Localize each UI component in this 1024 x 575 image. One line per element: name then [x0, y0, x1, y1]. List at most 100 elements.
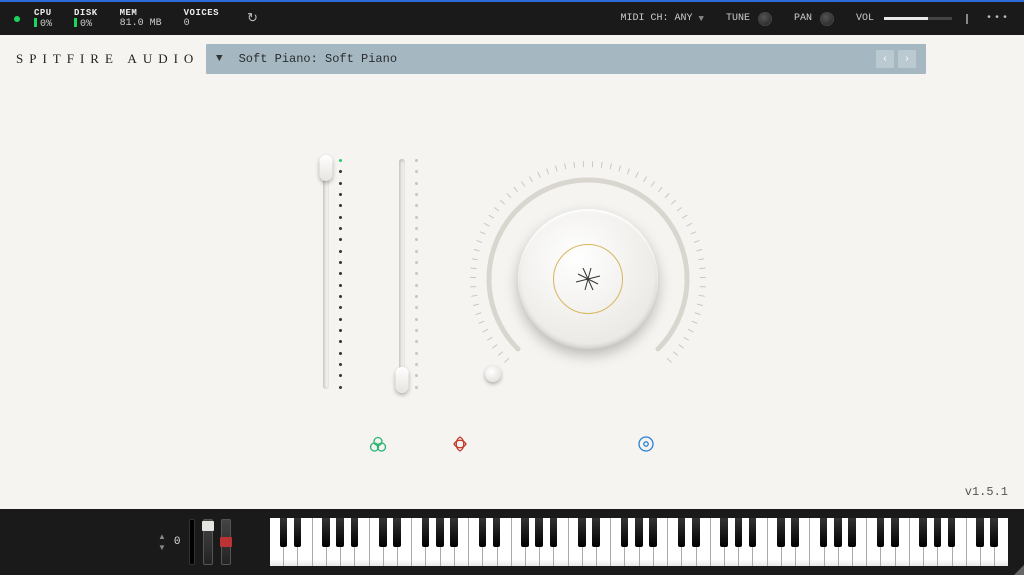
brand-logo: SPITFIRE AUDIO — [16, 51, 206, 67]
white-key[interactable] — [668, 518, 682, 566]
black-key[interactable] — [450, 518, 458, 547]
white-key[interactable] — [967, 518, 981, 566]
black-key[interactable] — [336, 518, 344, 547]
black-key[interactable] — [820, 518, 828, 547]
black-key[interactable] — [749, 518, 757, 547]
white-key[interactable] — [611, 518, 625, 566]
midi-channel-selector[interactable]: MIDI CH: ANY ▼ — [621, 13, 704, 24]
white-key[interactable] — [512, 518, 526, 566]
black-key[interactable] — [934, 518, 942, 547]
black-key[interactable] — [877, 518, 885, 547]
reverb-dial[interactable] — [463, 154, 713, 404]
black-key[interactable] — [479, 518, 487, 547]
black-key[interactable] — [848, 518, 856, 547]
vol-label: VOL — [856, 13, 874, 24]
expression-icon[interactable] — [369, 435, 387, 453]
cpu-label: CPU — [34, 8, 52, 18]
black-key[interactable] — [493, 518, 501, 547]
black-key[interactable] — [834, 518, 842, 547]
header-row: SPITFIRE AUDIO ▼ Soft Piano: Soft Piano … — [0, 35, 1024, 83]
black-key[interactable] — [592, 518, 600, 547]
mod-wheel[interactable] — [203, 519, 213, 565]
black-key[interactable] — [891, 518, 899, 547]
dial-logo-icon — [553, 244, 623, 314]
dynamics-icon[interactable] — [451, 435, 469, 453]
piano-keyboard[interactable] — [270, 518, 1008, 566]
preset-next-button[interactable]: › — [898, 50, 916, 68]
chevron-down-icon: ▼ — [158, 543, 166, 552]
mod-wheel-2[interactable] — [221, 519, 231, 565]
white-key[interactable] — [711, 518, 725, 566]
black-key[interactable] — [280, 518, 288, 547]
black-key[interactable] — [351, 518, 359, 547]
top-bar: CPU 0% DISK 0% MEM 81.0 MB VOICES 0 ↻ MI… — [0, 0, 1024, 35]
dial-knob[interactable] — [518, 209, 658, 349]
black-key[interactable] — [678, 518, 686, 547]
velocity-control: ▲▼ 0 — [158, 509, 248, 575]
slider-thumb-icon[interactable] — [320, 155, 333, 181]
volume-control[interactable]: VOL — [856, 13, 952, 24]
pan-knob-icon[interactable] — [820, 12, 834, 26]
black-key[interactable] — [294, 518, 302, 547]
preset-prev-button[interactable]: ‹ — [876, 50, 894, 68]
white-key[interactable] — [412, 518, 426, 566]
tune-label: TUNE — [726, 13, 750, 24]
dial-indicator-icon — [485, 366, 501, 382]
pitch-wheel[interactable] — [189, 519, 195, 565]
volume-slider[interactable] — [884, 17, 952, 20]
more-menu-icon[interactable]: ••• — [986, 13, 1010, 24]
white-key[interactable] — [810, 518, 824, 566]
black-key[interactable] — [521, 518, 529, 547]
preset-selector[interactable]: ▼ Soft Piano: Soft Piano ‹ › — [206, 44, 926, 74]
chevron-up-icon: ▲ — [158, 532, 166, 541]
refresh-icon[interactable]: ↻ — [247, 11, 258, 26]
black-key[interactable] — [322, 518, 330, 547]
black-key[interactable] — [621, 518, 629, 547]
black-key[interactable] — [777, 518, 785, 547]
tune-knob-icon[interactable] — [758, 12, 772, 26]
chevron-down-icon[interactable]: ▼ — [216, 53, 223, 65]
black-key[interactable] — [948, 518, 956, 547]
mem-meter: MEM 81.0 MB — [120, 8, 162, 29]
white-key[interactable] — [313, 518, 327, 566]
reverb-icon[interactable] — [637, 435, 655, 453]
white-key[interactable] — [270, 518, 284, 566]
status-dot-icon — [14, 16, 20, 22]
white-key[interactable] — [370, 518, 384, 566]
expression-slider[interactable] — [311, 159, 341, 399]
black-key[interactable] — [422, 518, 430, 547]
cpu-bar-icon — [34, 18, 37, 27]
dynamics-slider[interactable] — [387, 159, 417, 399]
pan-control[interactable]: PAN — [794, 12, 834, 26]
white-key[interactable] — [867, 518, 881, 566]
black-key[interactable] — [919, 518, 927, 547]
disk-bar-icon — [74, 18, 77, 27]
black-key[interactable] — [735, 518, 743, 547]
black-key[interactable] — [578, 518, 586, 547]
black-key[interactable] — [436, 518, 444, 547]
black-key[interactable] — [692, 518, 700, 547]
slider-thumb-icon[interactable] — [396, 367, 409, 393]
black-key[interactable] — [990, 518, 998, 547]
white-key[interactable] — [469, 518, 483, 566]
cpu-value: 0% — [40, 19, 52, 30]
black-key[interactable] — [393, 518, 401, 547]
black-key[interactable] — [976, 518, 984, 547]
disk-meter: DISK 0% — [74, 8, 98, 30]
voices-label: VOICES — [184, 8, 219, 18]
black-key[interactable] — [649, 518, 657, 547]
black-key[interactable] — [791, 518, 799, 547]
disk-value: 0% — [80, 19, 92, 30]
white-key[interactable] — [768, 518, 782, 566]
black-key[interactable] — [379, 518, 387, 547]
pan-label: PAN — [794, 13, 812, 24]
tune-control[interactable]: TUNE — [726, 12, 772, 26]
black-key[interactable] — [550, 518, 558, 547]
white-key[interactable] — [910, 518, 924, 566]
velocity-stepper[interactable]: ▲▼ — [158, 532, 166, 552]
black-key[interactable] — [535, 518, 543, 547]
white-key[interactable] — [569, 518, 583, 566]
midi-label: MIDI CH: — [621, 13, 669, 24]
black-key[interactable] — [720, 518, 728, 547]
black-key[interactable] — [635, 518, 643, 547]
